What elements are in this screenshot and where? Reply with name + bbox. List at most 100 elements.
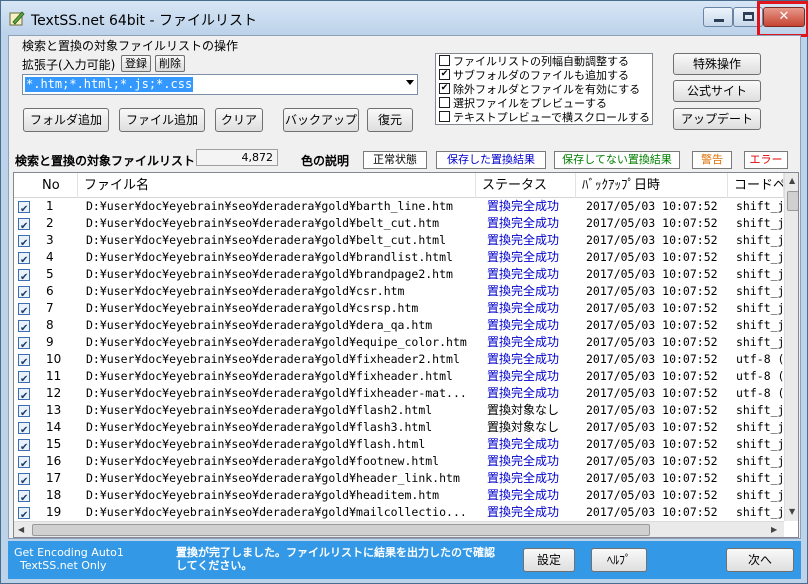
special-operations-button[interactable]: 特殊操作 (673, 53, 761, 75)
column-header-status[interactable]: ステータス (476, 173, 576, 198)
row-checkbox[interactable] (18, 371, 30, 388)
legend-title: 色の説明 (301, 154, 350, 168)
table-row[interactable]: 10 D:¥user¥doc¥eyebrain¥seo¥deradera¥gold… (14, 351, 784, 371)
scroll-right-icon[interactable]: ▶ (771, 525, 777, 534)
table-row[interactable]: 5 D:¥user¥doc¥eyebrain¥seo¥deradera¥gold¥… (14, 266, 784, 286)
help-button[interactable]: ﾍﾙﾌﾟ (591, 548, 647, 572)
row-checkbox[interactable] (18, 303, 30, 320)
column-header-codepage[interactable]: コードペ (728, 173, 784, 198)
table-row[interactable]: 11 D:¥user¥doc¥eyebrain¥seo¥deradera¥gold… (14, 368, 784, 388)
table-row[interactable]: 6 D:¥user¥doc¥eyebrain¥seo¥deradera¥gold¥… (14, 283, 784, 303)
vertical-scrollbar[interactable]: ▲ ▼ (784, 173, 798, 521)
add-folder-button[interactable]: フォルダ追加 (23, 108, 109, 132)
row-checkbox[interactable] (18, 235, 30, 252)
row-checkbox[interactable] (18, 218, 30, 235)
option-autofit-columns[interactable]: ファイルリストの列幅自動調整する (439, 55, 629, 69)
register-extension-button[interactable]: 登録 (121, 55, 151, 72)
cell-no: 16 (46, 454, 62, 468)
vertical-scroll-thumb[interactable] (787, 191, 798, 211)
cell-codepage: shift_ji (736, 335, 784, 349)
table-header: No ファイル名 ステータス ﾊﾞｯｸｱｯﾌﾟ日時 コードペ (14, 173, 784, 198)
option-preview-selected[interactable]: 選択ファイルをプレビューする (439, 97, 607, 111)
column-header-backup-time[interactable]: ﾊﾞｯｸｱｯﾌﾟ日時 (576, 173, 728, 198)
row-checkbox[interactable] (18, 201, 30, 218)
extension-combo[interactable]: *.htm;*.html;*.js;*.css (22, 74, 418, 95)
cell-no: 11 (46, 369, 62, 383)
official-site-button[interactable]: 公式サイト (673, 80, 761, 102)
legend-warning: 警告 (692, 151, 732, 169)
table-row[interactable]: 3 D:¥user¥doc¥eyebrain¥seo¥deradera¥gold¥… (14, 232, 784, 252)
next-button[interactable]: 次へ (726, 548, 794, 572)
status-message-line-1: 置換が完了しました。ファイルリストに結果を出力したので確認 (176, 546, 495, 559)
table-row[interactable]: 9 D:¥user¥doc¥eyebrain¥seo¥deradera¥gold¥… (14, 334, 784, 354)
option-checkbox[interactable] (439, 111, 450, 122)
table-row[interactable]: 18 D:¥user¥doc¥eyebrain¥seo¥deradera¥gold… (14, 487, 784, 507)
option-enable-exclusions[interactable]: 除外フォルダとファイルを有効にする (439, 83, 640, 97)
title-bar[interactable]: TextSS.net 64bit - ファイルリスト ✕ (1, 1, 808, 37)
dropdown-arrow-icon[interactable] (406, 80, 414, 85)
cell-filename: D:¥user¥doc¥eyebrain¥seo¥deradera¥gold¥e… (86, 335, 467, 349)
minimize-button[interactable] (703, 7, 733, 27)
cell-no: 13 (46, 403, 62, 417)
column-header-filename[interactable]: ファイル名 (78, 173, 476, 198)
row-checkbox[interactable] (18, 473, 30, 490)
row-checkbox[interactable] (18, 422, 30, 439)
horizontal-scrollbar[interactable]: ◀ ▶ (14, 521, 784, 537)
cell-backup-time: 2017/05/03 10:07:52 (586, 199, 718, 213)
cell-status: 置換完全成功 (487, 352, 560, 366)
delete-extension-button[interactable]: 削除 (155, 55, 185, 72)
row-checkbox[interactable] (18, 320, 30, 337)
table-row[interactable]: 12 D:¥user¥doc¥eyebrain¥seo¥deradera¥gold… (14, 385, 784, 405)
horizontal-scroll-thumb[interactable] (32, 524, 650, 536)
table-row[interactable]: 16 D:¥user¥doc¥eyebrain¥seo¥deradera¥gold… (14, 453, 784, 473)
restore-button[interactable]: 復元 (367, 108, 413, 132)
cell-codepage: shift_ji (736, 284, 784, 298)
row-checkbox[interactable] (18, 388, 30, 405)
cell-status: 置換完全成功 (487, 335, 560, 349)
table-row[interactable]: 2 D:¥user¥doc¥eyebrain¥seo¥deradera¥gold¥… (14, 215, 784, 235)
table-row[interactable]: 13 D:¥user¥doc¥eyebrain¥seo¥deradera¥gold… (14, 402, 784, 422)
cell-status: 置換完全成功 (487, 216, 560, 230)
row-checkbox[interactable] (18, 286, 30, 303)
column-header-no[interactable]: No (14, 173, 78, 198)
row-checkbox[interactable] (18, 490, 30, 507)
table-row[interactable]: 4 D:¥user¥doc¥eyebrain¥seo¥deradera¥gold¥… (14, 249, 784, 269)
row-checkbox[interactable] (18, 439, 30, 456)
cell-backup-time: 2017/05/03 10:07:52 (586, 318, 718, 332)
row-checkbox[interactable] (18, 507, 30, 524)
add-file-button[interactable]: ファイル追加 (119, 108, 205, 132)
clear-button[interactable]: クリア (215, 108, 263, 132)
row-checkbox[interactable] (18, 269, 30, 286)
update-button[interactable]: アップデート (673, 108, 761, 130)
table-row[interactable]: 1 D:¥user¥doc¥eyebrain¥seo¥deradera¥gold¥… (14, 198, 784, 218)
row-checkbox[interactable] (18, 456, 30, 473)
cell-codepage: shift_ji (736, 437, 784, 451)
cell-status: 置換完全成功 (487, 199, 560, 213)
table-row[interactable]: 15 D:¥user¥doc¥eyebrain¥seo¥deradera¥gold… (14, 436, 784, 456)
table-row[interactable]: 7 D:¥user¥doc¥eyebrain¥seo¥deradera¥gold¥… (14, 300, 784, 320)
file-list-table[interactable]: No ファイル名 ステータス ﾊﾞｯｸｱｯﾌﾟ日時 コードペ 1 D:¥user¥… (13, 172, 799, 538)
settings-button[interactable]: 設定 (523, 548, 575, 572)
option-checkbox[interactable] (439, 97, 450, 108)
option-include-subfolders[interactable]: サブフォルダのファイルも追加する (439, 69, 629, 83)
row-checkbox[interactable] (18, 337, 30, 354)
scroll-left-icon[interactable]: ◀ (18, 525, 24, 534)
table-row[interactable]: 14 D:¥user¥doc¥eyebrain¥seo¥deradera¥gold… (14, 419, 784, 439)
cell-codepage: shift_ji (736, 471, 784, 485)
scroll-down-icon[interactable]: ▼ (789, 507, 795, 516)
option-checkbox[interactable] (439, 55, 450, 66)
file-list-title: 検索と置換の対象ファイルリスト (15, 154, 196, 168)
table-row[interactable]: 17 D:¥user¥doc¥eyebrain¥seo¥deradera¥gold… (14, 470, 784, 490)
backup-button[interactable]: バックアップ (283, 108, 359, 132)
option-checkbox[interactable] (439, 83, 450, 94)
row-checkbox[interactable] (18, 252, 30, 269)
row-checkbox[interactable] (18, 405, 30, 422)
option-checkbox[interactable] (439, 69, 450, 80)
option-horizontal-scroll[interactable]: テキストプレビューで横スクロールする (439, 111, 650, 124)
cell-backup-time: 2017/05/03 10:07:52 (586, 250, 718, 264)
row-checkbox[interactable] (18, 354, 30, 371)
scroll-up-icon[interactable]: ▲ (789, 176, 795, 185)
table-row[interactable]: 8 D:¥user¥doc¥eyebrain¥seo¥deradera¥gold¥… (14, 317, 784, 337)
window-title: TextSS.net 64bit - ファイルリスト (31, 13, 257, 29)
table-row[interactable]: 19 D:¥user¥doc¥eyebrain¥seo¥deradera¥gold… (14, 504, 784, 524)
